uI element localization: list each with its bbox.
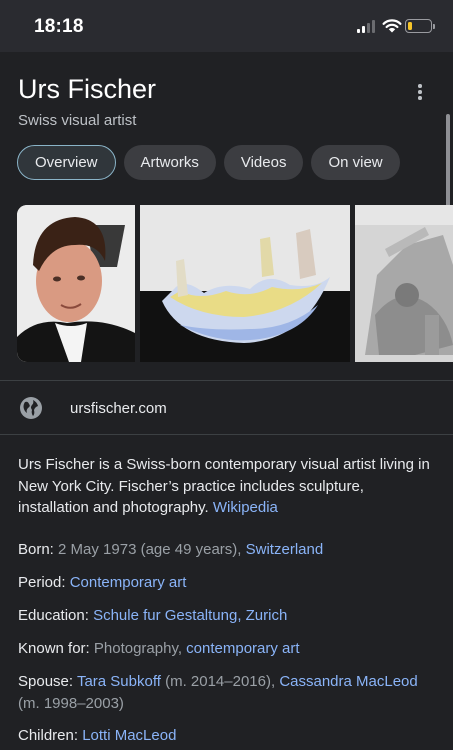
fact-value: 2 May 1973 (age 49 years),	[53, 541, 246, 558]
fact-education: Education: Schule fur Gestaltung, Zurich	[18, 605, 438, 627]
school-link[interactable]: Schule fur Gestaltung, Zurich	[93, 607, 287, 624]
globe-icon	[20, 397, 42, 419]
status-time: 18:18	[34, 16, 84, 37]
tab-on-view[interactable]: On view	[311, 145, 400, 180]
fact-label: Spouse:	[18, 673, 74, 690]
wifi-icon	[382, 19, 402, 33]
fact-value: (m. 2014–2016),	[160, 673, 280, 690]
tara-subkoff-link[interactable]: Tara Subkoff	[77, 673, 161, 690]
battery-level-fill	[407, 21, 412, 30]
fact-known-for: Known for: Photography, contemporary art	[18, 638, 438, 660]
battery-icon	[405, 19, 432, 33]
more-options-icon[interactable]	[412, 82, 428, 102]
entity-title: Urs Fischer	[18, 74, 157, 104]
wikipedia-link[interactable]: Wikipedia	[213, 499, 278, 516]
tab-artworks[interactable]: Artworks	[123, 145, 216, 180]
divider	[0, 434, 453, 435]
entity-subtitle: Swiss visual artist	[18, 112, 137, 129]
status-bar: 18:18	[0, 0, 453, 52]
fact-label: Children:	[18, 727, 79, 744]
battery-nub	[433, 24, 435, 29]
image-carousel[interactable]	[17, 205, 453, 362]
sculpture-illustration	[140, 205, 350, 362]
tab-bar: Overview Artworks Videos On view	[17, 145, 400, 180]
cassandra-macleod-link[interactable]: Cassandra MacLeod	[279, 673, 417, 690]
portrait-image[interactable]	[17, 205, 135, 362]
cellular-signal-icon	[357, 20, 377, 33]
contemporary-art-link[interactable]: Contemporary art	[70, 574, 187, 591]
fact-children: Children: Lotti MacLeod	[18, 725, 438, 747]
fact-period: Period: Contemporary art	[18, 572, 438, 594]
contemporary-art-link[interactable]: contemporary art	[186, 640, 299, 657]
fact-value: Photography,	[89, 640, 187, 657]
fact-label: Period:	[18, 574, 66, 591]
fact-value: (m. 1998–2003)	[18, 694, 124, 712]
tab-overview[interactable]: Overview	[17, 145, 116, 180]
fact-label: Known for:	[18, 640, 90, 657]
portrait-illustration	[17, 205, 135, 362]
fact-born: Born: 2 May 1973 (age 49 years), Switzer…	[18, 539, 438, 561]
installation-image[interactable]	[355, 205, 453, 362]
fact-label: Born:	[18, 541, 54, 558]
installation-illustration	[355, 205, 453, 362]
fact-label: Education:	[18, 607, 89, 624]
switzerland-link[interactable]: Switzerland	[246, 541, 324, 558]
website-link[interactable]: ursfischer.com	[70, 400, 167, 417]
tab-videos[interactable]: Videos	[223, 145, 304, 180]
divider	[0, 380, 453, 381]
sculpture-image[interactable]	[140, 205, 350, 362]
lotti-macleod-link[interactable]: Lotti MacLeod	[82, 727, 176, 744]
description: Urs Fischer is a Swiss-born contemporary…	[18, 454, 436, 519]
fact-spouse: Spouse: Tara Subkoff (m. 2014–2016), Cas…	[18, 671, 438, 714]
